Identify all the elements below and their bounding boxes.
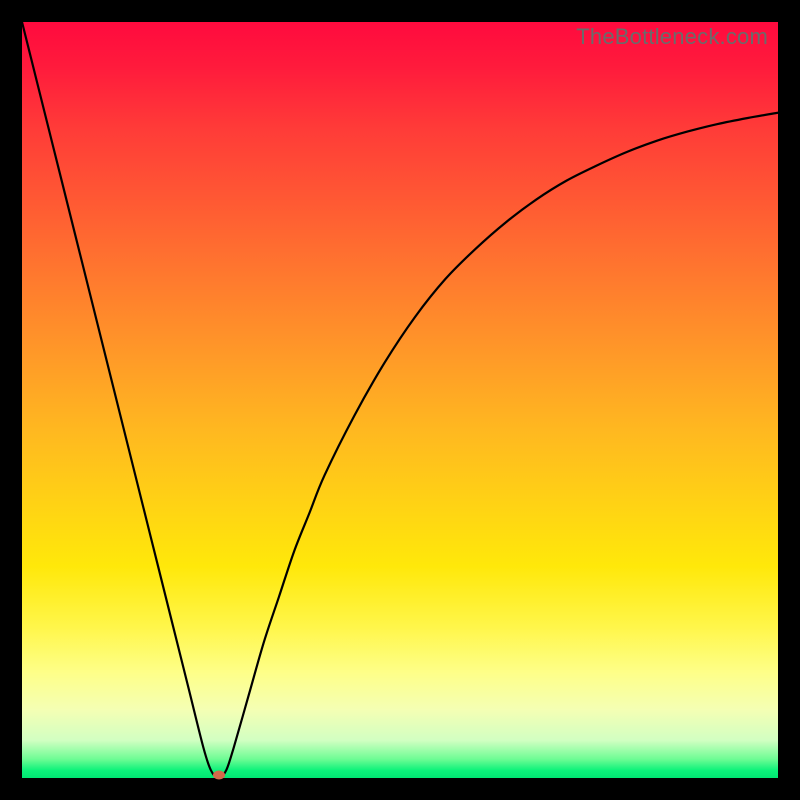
minimum-marker [213,771,225,780]
chart-frame: TheBottleneck.com [0,0,800,800]
bottleneck-curve [22,22,778,778]
plot-area: TheBottleneck.com [22,22,778,778]
